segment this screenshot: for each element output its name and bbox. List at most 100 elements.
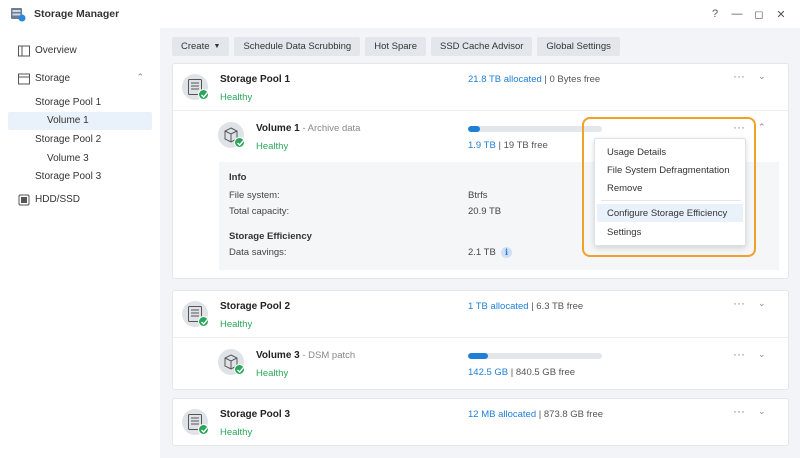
volume-name: Volume 1 - Archive data <box>256 123 360 134</box>
volume-icon <box>218 122 245 148</box>
volume-more-options-button[interactable]: ··· <box>733 347 745 361</box>
overview-icon <box>18 45 30 57</box>
chevron-up-icon[interactable]: ⌃ <box>758 122 766 133</box>
storage-pool-3-card: Storage Pool 3 Healthy 12 MB allocated |… <box>172 398 789 446</box>
healthy-check-icon <box>198 424 209 435</box>
file-system-value: Btrfs <box>468 190 488 201</box>
healthy-check-icon <box>234 137 245 148</box>
pool-allocation: 21.8 TB allocated | 0 Bytes free <box>468 74 600 85</box>
sidebar-item-storage-pool-3[interactable]: Storage Pool 3 <box>8 168 152 186</box>
used-text: 1.9 TB <box>468 140 496 151</box>
pool-allocation: 12 MB allocated | 873.8 GB free <box>468 409 603 420</box>
pool-allocation: 1 TB allocated | 6.3 TB free <box>468 301 583 312</box>
volume-usage-text: 1.9 TB | 19 TB free <box>468 140 548 151</box>
volume-usage-text: 142.5 GB | 840.5 GB free <box>468 367 575 378</box>
volume-status: Healthy <box>256 368 289 379</box>
volume-usage-fill <box>468 126 481 132</box>
allocated-text: 12 MB allocated <box>468 409 537 420</box>
allocated-text: 1 TB allocated <box>468 301 529 312</box>
menu-item-label: Remove <box>607 183 643 194</box>
more-options-button[interactable]: ··· <box>733 69 745 83</box>
menu-item-label: Configure Storage Efficiency <box>607 208 728 219</box>
total-capacity-value: 20.9 TB <box>468 206 502 217</box>
sidebar-item-volume-3[interactable]: Volume 3 <box>8 150 152 168</box>
more-options-button[interactable]: ··· <box>733 404 745 418</box>
close-button[interactable]: ✕ <box>772 6 790 22</box>
volume-description: - Archive data <box>299 123 361 134</box>
info-heading: Info <box>229 172 247 183</box>
sidebar-item-label: Storage Pool 2 <box>35 134 102 145</box>
window-title: Storage Manager <box>34 8 120 20</box>
sidebar-item-volume-1[interactable]: Volume 1 <box>8 112 152 130</box>
menu-item-remove[interactable]: Remove <box>597 179 743 197</box>
healthy-check-icon <box>198 89 209 100</box>
chevron-down-icon[interactable]: ⌄ <box>758 349 766 360</box>
data-savings-label: Data savings: <box>229 247 287 258</box>
global-settings-button[interactable]: Global Settings <box>537 37 620 56</box>
volume-status: Healthy <box>256 141 289 152</box>
free-text: | 840.5 GB free <box>508 367 576 378</box>
free-text: | 6.3 TB free <box>528 301 584 312</box>
menu-item-label: Usage Details <box>607 147 667 158</box>
sidebar-item-label: Volume 3 <box>47 153 89 164</box>
ssd-cache-advisor-button[interactable]: SSD Cache Advisor <box>430 37 533 56</box>
pool-status: Healthy <box>220 319 253 330</box>
storage-pool-icon <box>182 409 209 435</box>
divider <box>173 110 788 111</box>
volume-usage-fill <box>468 353 489 359</box>
used-text: 142.5 GB <box>468 367 509 378</box>
free-text: | 873.8 GB free <box>536 409 604 420</box>
menu-item-settings[interactable]: Settings <box>597 223 743 241</box>
sidebar-item-storage-pool-1[interactable]: Storage Pool 1 <box>8 94 152 112</box>
total-capacity-label: Total capacity: <box>229 206 290 217</box>
sidebar-item-storage-pool-2[interactable]: Storage Pool 2 <box>8 131 152 149</box>
file-system-label: File system: <box>229 190 280 201</box>
chevron-down-icon[interactable]: ⌄ <box>758 406 766 417</box>
menu-item-label: Settings <box>607 227 642 238</box>
sidebar-item-label: Storage Pool 3 <box>35 171 102 182</box>
volume-context-menu: Usage Details File System Defragmentatio… <box>594 138 746 246</box>
sidebar-item-storage[interactable]: Storage ⌃ <box>8 70 152 88</box>
data-savings-value: 2.1 TB <box>468 247 496 258</box>
divider <box>173 337 788 338</box>
menu-item-configure-storage-efficiency[interactable]: Configure Storage Efficiency <box>597 204 743 222</box>
create-label: Create <box>181 41 210 52</box>
minimize-button[interactable]: — <box>728 6 746 22</box>
info-icon[interactable]: i <box>501 247 512 258</box>
sidebar-item-hdd-ssd[interactable]: HDD/SSD <box>8 191 152 209</box>
free-text: | 19 TB free <box>495 140 548 151</box>
volume-usage-bar <box>468 353 602 359</box>
menu-item-file-system-defragmentation[interactable]: File System Defragmentation <box>597 161 743 179</box>
schedule-data-scrubbing-button[interactable]: Schedule Data Scrubbing <box>234 37 361 56</box>
chevron-down-icon[interactable]: ⌄ <box>758 71 766 82</box>
hot-spare-button[interactable]: Hot Spare <box>365 37 426 56</box>
storage-pool-2-card: Storage Pool 2 Healthy 1 TB allocated | … <box>172 290 789 390</box>
help-button[interactable]: ? <box>706 6 724 22</box>
sidebar-item-label: Storage Pool 1 <box>35 97 102 108</box>
storage-icon <box>18 73 30 85</box>
menu-item-label: File System Defragmentation <box>607 165 730 176</box>
chevron-down-icon[interactable]: ⌄ <box>758 298 766 309</box>
sidebar-item-overview[interactable]: Overview <box>8 42 152 60</box>
sidebar-item-label: Volume 1 <box>47 115 89 126</box>
maximize-button[interactable]: ◻ <box>750 6 768 22</box>
sidebar-item-label: HDD/SSD <box>35 194 81 205</box>
storage-pool-icon <box>182 301 209 327</box>
volume-name: Volume 3 - DSM patch <box>256 350 355 361</box>
sidebar: Overview Storage ⌃ Storage Pool 1 Volume… <box>0 28 160 458</box>
toolbar: Create ▼ Schedule Data Scrubbing Hot Spar… <box>172 37 620 57</box>
menu-item-usage-details[interactable]: Usage Details <box>597 143 743 161</box>
chevron-up-icon[interactable]: ⌃ <box>136 72 144 83</box>
storage-pool-icon <box>182 74 209 100</box>
create-button[interactable]: Create ▼ <box>172 37 230 56</box>
more-options-button[interactable]: ··· <box>733 296 745 310</box>
pool-name: Storage Pool 1 <box>220 74 291 85</box>
allocated-text: 21.8 TB allocated <box>468 74 542 85</box>
healthy-check-icon <box>234 364 245 375</box>
storage-manager-app-icon <box>11 8 26 22</box>
volume-description: - DSM patch <box>299 350 356 361</box>
healthy-check-icon <box>198 316 209 327</box>
pool-status: Healthy <box>220 92 253 103</box>
menu-divider <box>601 200 741 201</box>
volume-name-text: Volume 3 <box>256 350 300 361</box>
